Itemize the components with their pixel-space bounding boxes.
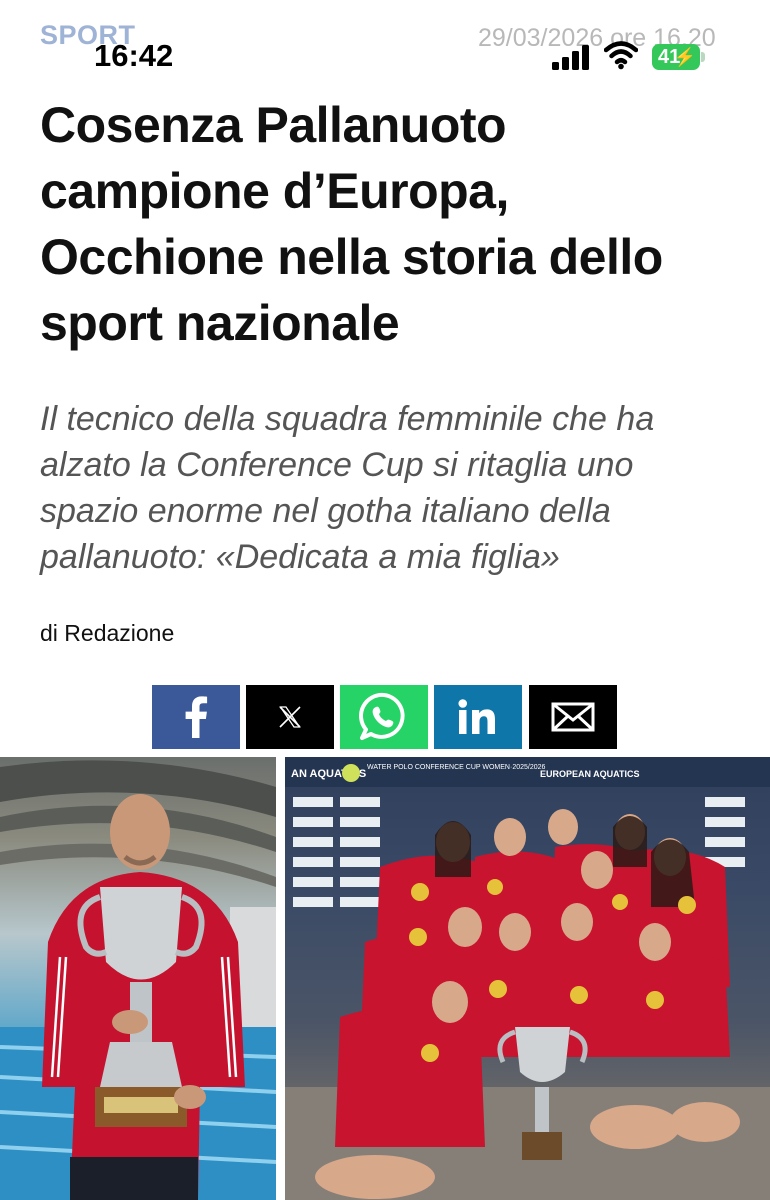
- team-photo-illustration: AN AQUATICS WATER POLO CONFERENCE CUP WO…: [285, 757, 770, 1200]
- battery-cap: [701, 52, 705, 62]
- cellular-signal-icon: [552, 45, 589, 70]
- coach-photo-illustration: [0, 760, 276, 1200]
- charging-bolt-icon: ⚡: [673, 47, 696, 67]
- coach-trophy-photo: [0, 757, 276, 1200]
- team-celebration-photo: AN AQUATICS WATER POLO CONFERENCE CUP WO…: [285, 757, 770, 1200]
- byline-author[interactable]: Redazione: [64, 620, 174, 646]
- share-linkedin-button[interactable]: [434, 685, 522, 749]
- mail-icon: [551, 702, 595, 732]
- share-x-button[interactable]: [246, 685, 334, 749]
- wifi-icon: [604, 41, 638, 70]
- battery-indicator: 41 ⚡: [652, 44, 700, 70]
- byline: di Redazione: [40, 620, 174, 647]
- article-subtitle: Il tecnico della squadra femminile che h…: [40, 400, 655, 576]
- x-icon: [279, 706, 301, 728]
- banner-right-text: EUROPEAN AQUATICS: [540, 769, 640, 779]
- status-bar: SPORT 29/03/2026 ore 16.20 16:42 41 ⚡: [0, 0, 770, 80]
- share-email-button[interactable]: [529, 685, 617, 749]
- share-whatsapp-button[interactable]: [340, 685, 428, 749]
- linkedin-icon: [458, 699, 495, 734]
- article-headline: Cosenza Pallanuoto campione d’Europa, Oc…: [40, 97, 663, 351]
- banner-event-text: WATER POLO CONFERENCE CUP WOMEN·2025/202…: [367, 764, 546, 771]
- share-facebook-button[interactable]: [152, 685, 240, 749]
- facebook-icon: [185, 696, 208, 738]
- whatsapp-icon: [359, 692, 405, 740]
- status-time: 16:42: [94, 38, 174, 73]
- byline-prefix: di: [40, 620, 58, 646]
